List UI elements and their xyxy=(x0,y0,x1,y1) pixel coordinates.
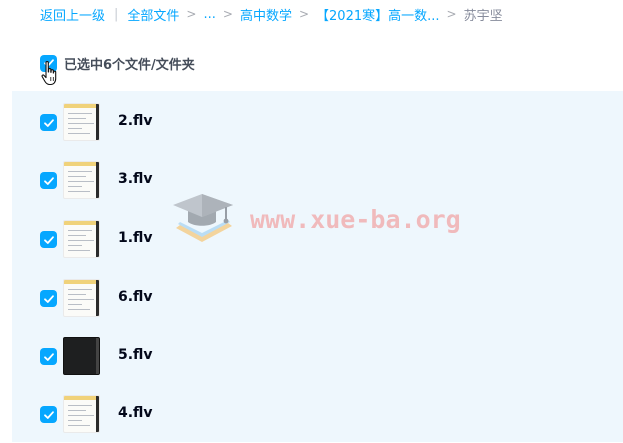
breadcrumb-divider: | xyxy=(114,6,119,22)
breadcrumb-item-ellipsis[interactable]: ... xyxy=(203,7,215,22)
file-row[interactable]: 1.flv xyxy=(12,210,623,268)
selection-bar: 已选中6个文件/文件夹 xyxy=(40,53,195,73)
file-checkbox[interactable] xyxy=(40,290,57,307)
file-name[interactable]: 5.flv xyxy=(118,347,153,363)
file-list: 2.flv 3.flv 1.flv 6.flv 5.flv 4.flv xyxy=(12,91,623,442)
breadcrumb-separator: > xyxy=(186,7,197,21)
file-row[interactable]: 2.flv xyxy=(12,93,623,151)
file-name[interactable]: 3.flv xyxy=(118,171,153,187)
file-name[interactable]: 2.flv xyxy=(118,113,153,129)
file-row[interactable]: 3.flv xyxy=(12,151,623,209)
breadcrumb-separator: > xyxy=(222,7,233,21)
breadcrumb: 返回上一级 | 全部文件 > ... > 高中数学 > 【2021寒】高一数..… xyxy=(40,4,503,24)
back-link[interactable]: 返回上一级 xyxy=(40,5,105,24)
check-icon xyxy=(43,410,54,419)
video-thumbnail[interactable] xyxy=(63,337,100,375)
breadcrumb-item-math[interactable]: 高中数学 xyxy=(240,5,292,24)
file-checkbox[interactable] xyxy=(40,231,57,248)
breadcrumb-separator: > xyxy=(298,7,310,21)
check-icon xyxy=(43,352,54,361)
breadcrumb-current: 苏宇坚 xyxy=(463,8,503,24)
file-checkbox[interactable] xyxy=(40,406,57,423)
file-checkbox[interactable] xyxy=(40,114,57,131)
file-checkbox[interactable] xyxy=(40,348,57,365)
file-row[interactable]: 6.flv xyxy=(12,269,623,327)
video-thumbnail[interactable] xyxy=(63,220,100,258)
video-thumbnail[interactable] xyxy=(63,279,100,317)
breadcrumb-item-all-files[interactable]: 全部文件 xyxy=(127,5,179,24)
file-checkbox[interactable] xyxy=(40,172,57,189)
check-icon xyxy=(43,294,54,303)
hand-cursor-icon xyxy=(41,60,57,86)
breadcrumb-item-course[interactable]: 【2021寒】高一数... xyxy=(316,5,439,24)
file-name[interactable]: 4.flv xyxy=(118,405,153,421)
check-icon xyxy=(43,176,54,185)
file-row[interactable]: 4.flv xyxy=(12,385,623,443)
file-name[interactable]: 1.flv xyxy=(118,230,153,246)
check-icon xyxy=(43,118,54,127)
video-thumbnail[interactable] xyxy=(63,103,100,141)
video-thumbnail[interactable] xyxy=(63,161,100,199)
check-icon xyxy=(43,235,54,244)
video-thumbnail[interactable] xyxy=(63,395,100,433)
file-name[interactable]: 6.flv xyxy=(118,289,153,305)
breadcrumb-separator: > xyxy=(446,7,457,21)
selection-count-label: 已选中6个文件/文件夹 xyxy=(64,57,195,73)
file-row[interactable]: 5.flv xyxy=(12,327,623,385)
